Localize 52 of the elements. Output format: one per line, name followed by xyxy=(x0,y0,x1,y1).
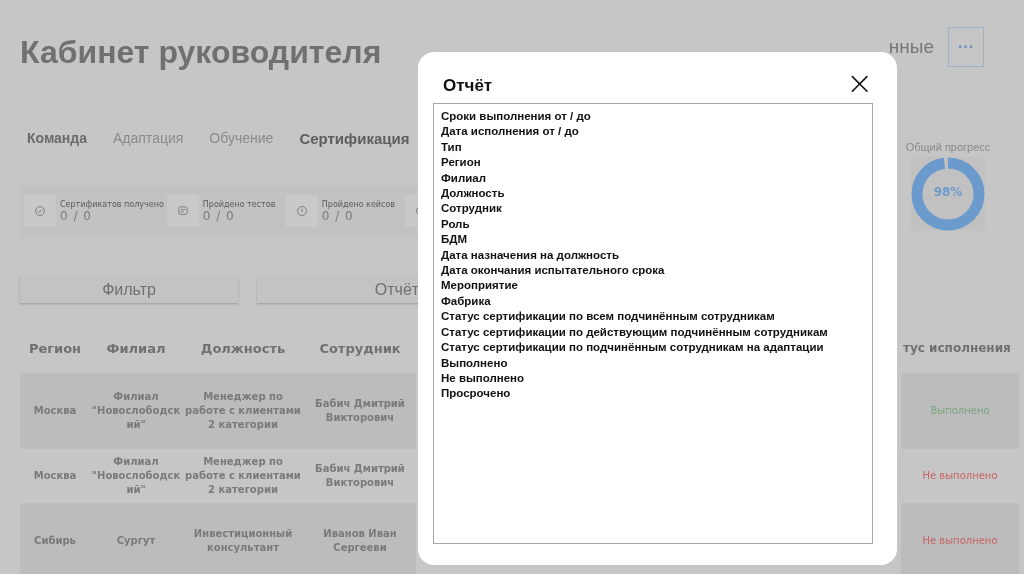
list-item[interactable]: Дата исполнения от / до xyxy=(441,124,865,140)
list-item[interactable]: Статус сертификации по подчинённым сотрудникам на адаптации xyxy=(441,340,865,356)
table-cell-text: Филиал "Новослободск ий" xyxy=(90,455,182,497)
column-header: тус исполнения xyxy=(902,340,1012,357)
tab[interactable]: Сертификация xyxy=(293,129,416,147)
list-item[interactable]: Роль xyxy=(441,216,865,233)
list-item[interactable]: БДМ xyxy=(441,232,865,248)
list-item[interactable]: Статус сертификации по всем подчинённым сотрудникам xyxy=(441,309,865,325)
table-cell: Москва xyxy=(20,373,90,449)
chat-icon xyxy=(176,205,189,217)
list-item[interactable]: Филиал xyxy=(441,170,865,187)
column-header: Должность xyxy=(199,339,287,358)
check-circle-icon xyxy=(34,205,46,217)
stat-value: 0 / 0 xyxy=(60,208,92,223)
stat-label: Пройдено кейсов xyxy=(321,199,397,209)
stat-label: Пройдено тестов xyxy=(202,199,277,209)
user-name: нные xyxy=(888,36,934,58)
list-item[interactable]: Сотрудник xyxy=(441,201,865,217)
column-header: Филиал xyxy=(105,339,167,358)
page-title: Кабинет руководителя xyxy=(20,33,382,71)
table-cell: Филиал "Новослободск ий" xyxy=(90,373,182,449)
stat-value: 0 / 0 xyxy=(202,208,235,223)
list-item[interactable]: Не выполнено xyxy=(441,370,865,387)
table-cell-text: Москва xyxy=(32,469,78,483)
progress-value: 98% xyxy=(932,185,964,199)
table-cell: Иванов Иван Сергееви xyxy=(304,503,416,574)
list-item[interactable]: Дата назначения на должность xyxy=(441,247,865,264)
stat-label: Сертификатов получено xyxy=(60,199,164,209)
list-item[interactable]: Тип xyxy=(441,139,865,156)
status-cell-text: Не выполнено xyxy=(921,469,999,483)
table-cell: Менеджер по работе с клиентами 2 категории xyxy=(182,373,304,449)
table-cell-text: Менеджер по работе с клиентами 2 категории xyxy=(184,455,302,497)
list-item[interactable]: Должность xyxy=(441,186,865,202)
list-item[interactable]: Сроки выполнения от / до xyxy=(441,109,865,125)
list-item[interactable]: Выполнено xyxy=(441,355,865,371)
status-cell: Не выполнено xyxy=(901,503,1019,574)
list-item[interactable]: Регион xyxy=(441,155,865,171)
table-cell-text: Бабич Дмитрий Викторович xyxy=(314,462,406,490)
column-header: Регион xyxy=(27,339,83,358)
stat-value: 0 / 0 xyxy=(321,208,354,223)
table-cell: Инвестиционный консультант xyxy=(182,503,304,574)
progress-label: Общий прогресс xyxy=(905,141,991,153)
table-cell: Сургут xyxy=(90,503,182,574)
list-item[interactable]: Статус сертификации по действующим подчинённым сотрудникам xyxy=(441,324,865,341)
column-header: Сотрудник xyxy=(318,339,402,358)
list-item[interactable]: Дата окончания испытательного срока xyxy=(441,263,865,279)
table-cell: Сибирь xyxy=(20,503,90,574)
table-cell: Бабич Дмитрий Викторович xyxy=(304,373,416,449)
close-button[interactable]: × xyxy=(846,69,873,97)
list-item[interactable]: Просрочено xyxy=(441,386,865,402)
dialog-title: Отчёт xyxy=(442,76,493,96)
status-cell: Выполнено xyxy=(901,373,1019,449)
